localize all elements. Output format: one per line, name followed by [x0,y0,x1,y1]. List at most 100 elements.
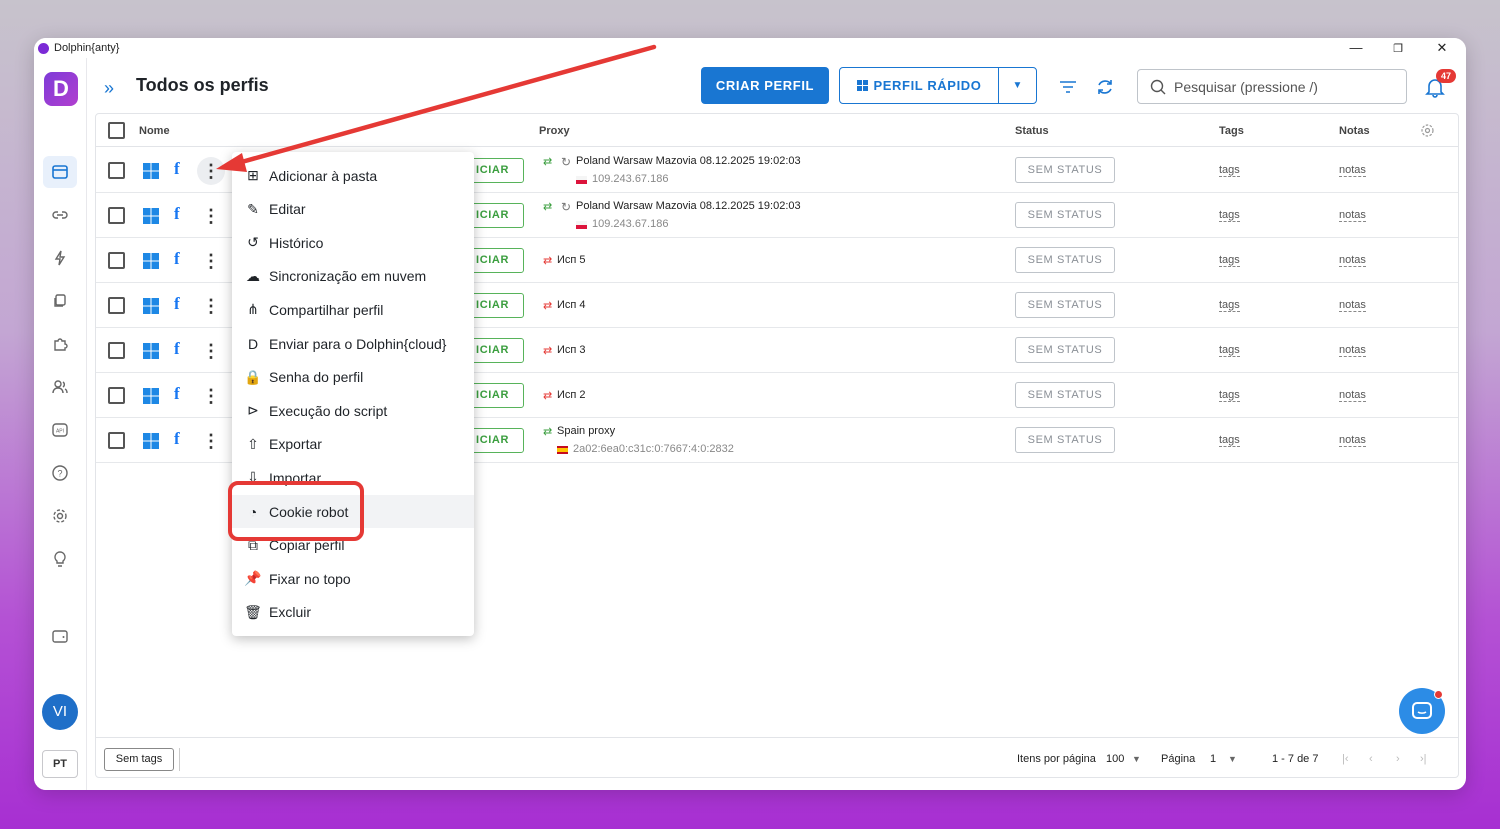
proxy-name[interactable]: Poland Warsaw Mazovia 08.12.2025 19:02:0… [576,155,801,167]
first-page-icon[interactable]: |‹ [1342,753,1349,765]
menu-item-enviar-para-o-dolphin-cloud[interactable]: D Enviar para o Dolphin{cloud} [232,327,474,360]
menu-item-exportar[interactable]: ⇧ Exportar [232,428,474,461]
sidebar-item-profiles[interactable] [43,156,77,188]
menu-item-historico[interactable]: ↺ Histórico [232,226,474,259]
create-profile-button[interactable]: CRIAR PERFIL [701,67,829,104]
sidebar-item-copy[interactable] [43,285,77,317]
dolphin-logo-icon[interactable]: D [44,72,78,106]
row-more-options-icon[interactable]: ⋮ [197,382,225,410]
support-chat-button[interactable] [1399,688,1445,734]
status-button[interactable]: SEM STATUS [1015,202,1115,228]
proxy-name[interactable]: Исп 5 [557,254,586,266]
tags-link[interactable]: tags [1219,389,1240,402]
maximize-button[interactable]: ❐ [1378,42,1418,60]
status-button[interactable]: SEM STATUS [1015,157,1115,183]
row-checkbox[interactable] [108,297,125,314]
sidebar-item-settings[interactable] [43,500,77,532]
status-button[interactable]: SEM STATUS [1015,427,1115,453]
last-page-icon[interactable]: ›| [1420,753,1427,765]
menu-item-label: Compartilhar perfil [269,301,384,318]
notes-link[interactable]: notas [1339,434,1366,447]
row-checkbox[interactable] [108,387,125,404]
page-chevron-icon[interactable]: ▼ [1228,754,1237,764]
tags-link[interactable]: tags [1219,434,1240,447]
row-more-options-icon[interactable]: ⋮ [197,202,225,230]
tags-link[interactable]: tags [1219,164,1240,177]
refresh-icon[interactable] [1094,76,1116,98]
tags-link[interactable]: tags [1219,209,1240,222]
sidebar-item-automation[interactable] [43,242,77,274]
notes-link[interactable]: notas [1339,209,1366,222]
proxy-name[interactable]: Spain proxy [557,425,615,437]
column-status[interactable]: Status [1015,125,1049,137]
proxy-name[interactable]: Исп 4 [557,299,586,311]
language-switcher[interactable]: PT [42,750,78,778]
notes-link[interactable]: notas [1339,299,1366,312]
items-per-page-select[interactable]: 100 [1106,753,1124,765]
status-button[interactable]: SEM STATUS [1015,292,1115,318]
menu-item-adicionar-a-pasta[interactable]: ⊞ Adicionar à pasta [232,159,474,192]
minimize-button[interactable]: — [1336,40,1376,58]
menu-item-compartilhar-perfil[interactable]: ⋔ Compartilhar perfil [232,293,474,326]
tags-link[interactable]: tags [1219,344,1240,357]
search-box[interactable] [1137,69,1407,104]
quick-profile-main[interactable]: PERFIL RÁPIDO [840,68,999,103]
sidebar-item-api[interactable]: API [43,414,77,446]
column-name[interactable]: Nome [139,125,170,137]
menu-item-editar[interactable]: ✎ Editar [232,193,474,226]
proxy-refresh-icon[interactable]: ↻ [561,200,571,214]
select-all-checkbox[interactable] [108,122,125,139]
user-avatar[interactable]: VI [42,694,78,730]
search-input[interactable] [1174,78,1394,96]
row-checkbox[interactable] [108,162,125,179]
sidebar-item-extensions[interactable] [43,328,77,360]
notes-link[interactable]: notas [1339,389,1366,402]
sidebar-item-wallet[interactable] [43,620,77,652]
status-button[interactable]: SEM STATUS [1015,247,1115,273]
sidebar-item-ideas[interactable] [43,543,77,575]
notes-link[interactable]: notas [1339,344,1366,357]
row-checkbox[interactable] [108,342,125,359]
row-checkbox[interactable] [108,432,125,449]
menu-item-fixar-no-topo[interactable]: 📌 Fixar no topo [232,562,474,595]
notifications-button[interactable]: 47 [1424,69,1456,98]
status-button[interactable]: SEM STATUS [1015,337,1115,363]
quick-profile-button[interactable]: PERFIL RÁPIDO ▼ [839,67,1037,104]
menu-item-execucao-do-script[interactable]: ⊳ Execução do script [232,394,474,427]
menu-item-senha-do-perfil[interactable]: 🔒 Senha do perfil [232,361,474,394]
close-button[interactable]: ✕ [1422,40,1462,58]
column-proxy[interactable]: Proxy [539,125,570,137]
menu-item-excluir[interactable]: 🗑 Excluir [232,596,474,629]
tag-filter-chip[interactable]: Sem tags [104,748,174,771]
row-more-options-icon[interactable]: ⋮ [197,337,225,365]
notes-link[interactable]: notas [1339,164,1366,177]
column-settings-icon[interactable] [1420,123,1435,138]
proxy-name[interactable]: Исп 3 [557,344,586,356]
sidebar-item-team[interactable] [43,371,77,403]
notes-link[interactable]: notas [1339,254,1366,267]
menu-item-sincronizacao-em-nuvem[interactable]: ☁ Sincronização em nuvem [232,260,474,293]
tags-link[interactable]: tags [1219,299,1240,312]
filter-icon[interactable] [1057,76,1079,98]
row-more-options-icon[interactable]: ⋮ [197,292,225,320]
proxy-name[interactable]: Исп 2 [557,389,586,401]
proxy-name[interactable]: Poland Warsaw Mazovia 08.12.2025 19:02:0… [576,200,801,212]
items-per-page-chevron-icon[interactable]: ▼ [1132,754,1141,764]
proxy-refresh-icon[interactable]: ↻ [561,155,571,169]
row-more-options-icon[interactable]: ⋮ [197,247,225,275]
status-button[interactable]: SEM STATUS [1015,382,1115,408]
column-tags[interactable]: Tags [1219,125,1244,137]
expand-sidebar-icon[interactable]: » [104,78,114,99]
tags-link[interactable]: tags [1219,254,1240,267]
sidebar-item-proxies[interactable] [43,199,77,231]
row-checkbox[interactable] [108,252,125,269]
page-select[interactable]: 1 [1210,753,1216,765]
row-more-options-icon[interactable]: ⋮ [197,157,225,185]
column-notes[interactable]: Notas [1339,125,1370,137]
next-page-icon[interactable]: › [1396,753,1400,765]
row-more-options-icon[interactable]: ⋮ [197,427,225,455]
chevron-down-icon[interactable]: ▼ [999,80,1036,91]
row-checkbox[interactable] [108,207,125,224]
sidebar-item-help[interactable]: ? [43,457,77,489]
prev-page-icon[interactable]: ‹ [1369,753,1373,765]
